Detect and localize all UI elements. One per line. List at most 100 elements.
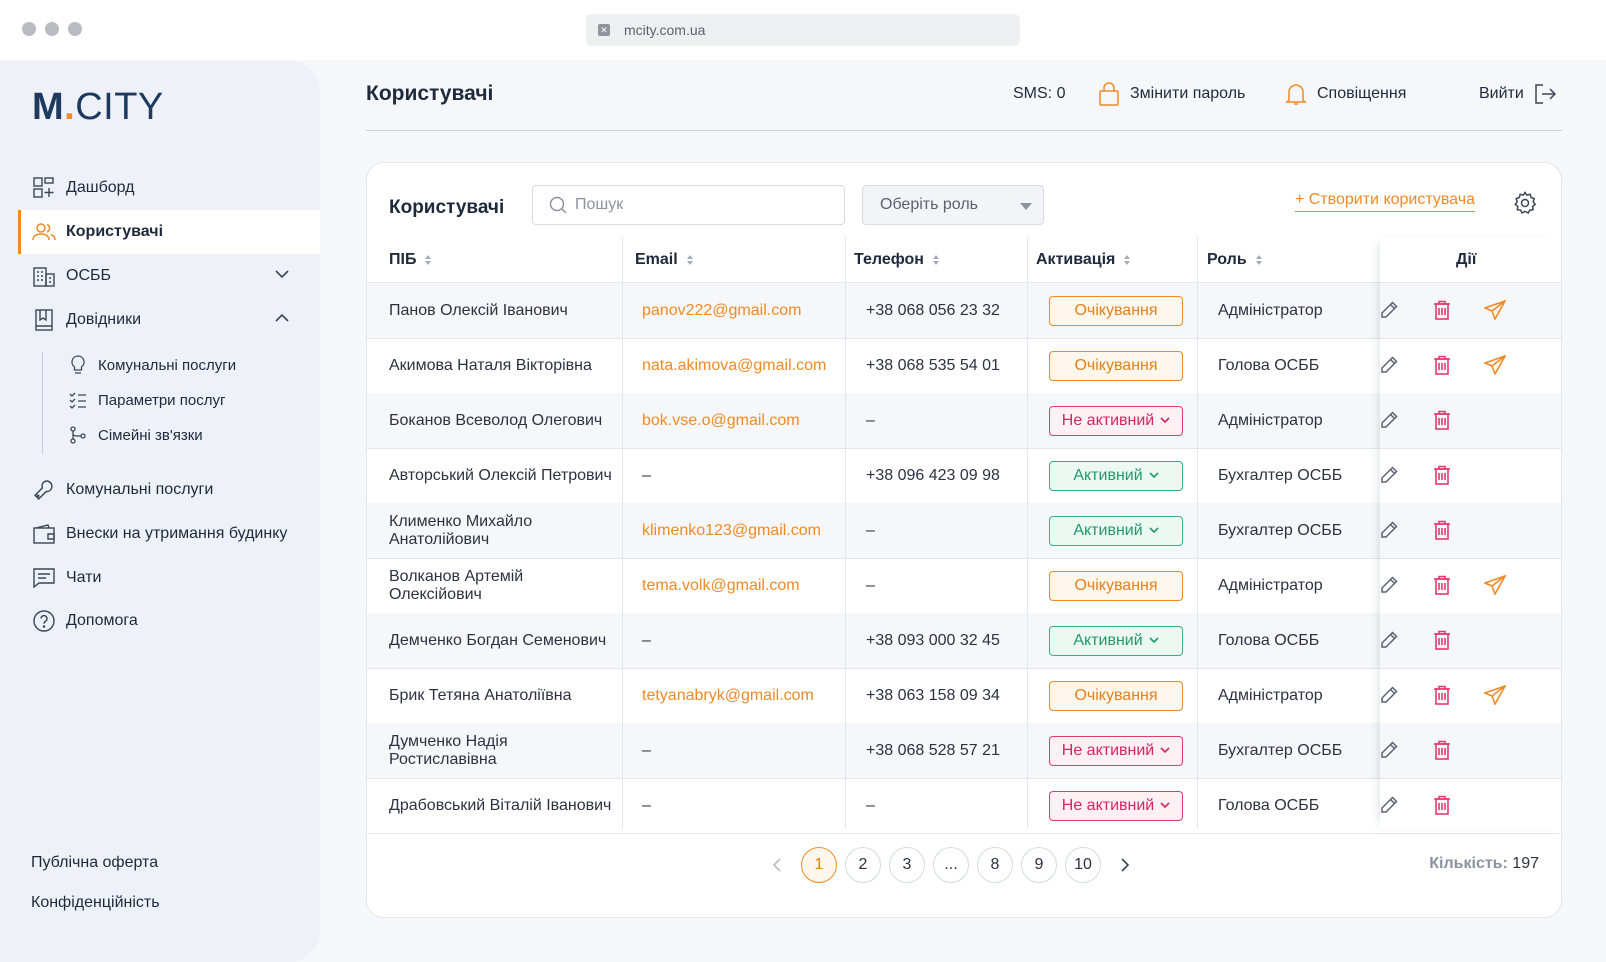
cell-email-text[interactable]: klimenko123@gmail.com xyxy=(642,522,821,540)
change-password-button[interactable]: Змінити пароль xyxy=(1098,82,1245,106)
column-header-email[interactable]: Email xyxy=(635,237,693,283)
window-close-dot[interactable] xyxy=(22,22,36,36)
count-value: 197 xyxy=(1512,855,1539,872)
cell-activation: Очікування xyxy=(1049,283,1189,338)
column-label: Активація xyxy=(1036,251,1116,268)
cell-email-text[interactable]: nata.akimova@gmail.com xyxy=(642,357,826,375)
logout-icon xyxy=(1534,83,1556,105)
pagination-ellipsis[interactable]: ... xyxy=(933,847,969,883)
chevron-down-icon[interactable] xyxy=(274,266,290,284)
sidebar-item-utilities[interactable]: Комунальні послуги xyxy=(18,468,320,512)
sidebar-item-contributions[interactable]: Внески на утримання будинку xyxy=(18,512,320,556)
sidebar-item-chats[interactable]: Чати xyxy=(18,556,320,600)
wallet-icon xyxy=(32,522,56,546)
cell-name-text: Клименко Михайло Анатолійович xyxy=(389,512,533,548)
cell-name-text: Акимова Наталя Вікторівна xyxy=(389,356,592,374)
column-divider xyxy=(1197,237,1198,829)
sidebar-item-directories[interactable]: Довідники xyxy=(18,298,320,342)
dashboard-icon xyxy=(32,176,56,200)
pagination-next-button[interactable] xyxy=(1115,855,1135,875)
column-label: Email xyxy=(635,251,678,268)
cell-email: – xyxy=(642,448,847,503)
cell-role: Бухгалтер ОСББ xyxy=(1218,723,1368,778)
cell-phone: – xyxy=(866,778,1026,833)
cell-name-text: Авторський Олексій Петрович xyxy=(389,466,612,484)
cell-name-text: Волканов Артемій Олексійович xyxy=(389,567,524,603)
sidebar-item-label: Дашборд xyxy=(66,179,135,196)
status-badge[interactable]: Не активний xyxy=(1049,735,1183,766)
sidebar-subitem-family[interactable]: Сімейні зв'язки xyxy=(68,420,203,450)
cell-email-text: – xyxy=(642,796,651,814)
pagination-page-8[interactable]: 8 xyxy=(977,847,1013,883)
gear-icon[interactable] xyxy=(1513,191,1537,220)
status-badge[interactable]: Активний xyxy=(1049,515,1183,546)
change-password-label: Змінити пароль xyxy=(1130,85,1246,102)
sidebar-item-users[interactable]: Користувачі xyxy=(18,210,320,254)
cell-email-text[interactable]: bok.vse.o@gmail.com xyxy=(642,412,800,430)
status-badge[interactable]: Не активний xyxy=(1049,405,1183,436)
pagination-page-1[interactable]: 1 xyxy=(801,847,837,883)
sidebar-item-label: Довідники xyxy=(66,311,142,328)
cell-email[interactable]: tema.volk@gmail.com xyxy=(642,558,847,613)
cell-email[interactable]: panov222@gmail.com xyxy=(642,283,847,338)
close-tab-icon[interactable]: ✕ xyxy=(598,24,610,36)
cell-phone: – xyxy=(866,503,1026,558)
cell-phone: +38 068 535 54 01 xyxy=(866,338,1026,393)
sidebar-item-dashboard[interactable]: Дашборд xyxy=(18,166,320,210)
notifications-button[interactable]: Сповіщення xyxy=(1285,82,1406,106)
cell-email[interactable]: tetyanabryk@gmail.com xyxy=(642,668,847,723)
column-header-role[interactable]: Роль xyxy=(1207,237,1262,283)
window-minimize-dot[interactable] xyxy=(45,22,59,36)
chevron-down-icon xyxy=(1149,527,1159,534)
cell-email: – xyxy=(642,778,847,833)
status-badge[interactable]: Активний xyxy=(1049,460,1183,491)
chevron-up-icon[interactable] xyxy=(274,310,290,328)
privacy-link[interactable]: Конфіденційність xyxy=(31,894,160,912)
logout-label: Вийти xyxy=(1479,85,1524,102)
status-badge: Очікування xyxy=(1049,680,1183,711)
cell-name: Брик Тетяна Анатоліївна xyxy=(389,668,614,723)
sidebar-item-osbb[interactable]: ОСББ xyxy=(18,254,320,298)
sidebar-item-label: Користувачі xyxy=(66,223,164,240)
cell-activation: Не активний xyxy=(1049,393,1189,448)
pagination-prev-button[interactable] xyxy=(767,855,787,875)
search-input[interactable]: Пошук xyxy=(532,185,845,225)
pagination-page-3[interactable]: 3 xyxy=(889,847,925,883)
cell-activation: Активний xyxy=(1049,503,1189,558)
column-header-name[interactable]: ПІБ xyxy=(389,237,432,283)
column-header-phone[interactable]: Телефон xyxy=(854,237,939,283)
cell-email-text[interactable]: tetyanabryk@gmail.com xyxy=(642,687,814,705)
cell-activation: Не активний xyxy=(1049,723,1189,778)
pagination-page-2[interactable]: 2 xyxy=(845,847,881,883)
create-user-button[interactable]: + Створити користувача xyxy=(1295,191,1475,212)
sidebar-subitem-service-params[interactable]: Параметри послуг xyxy=(68,385,225,415)
sidebar-item-help[interactable]: Допомога xyxy=(18,599,320,643)
actions-column-shadow xyxy=(1380,237,1561,829)
logout-button[interactable]: Вийти xyxy=(1479,82,1566,106)
sidebar-subitem-utilities[interactable]: Комунальні послуги xyxy=(68,350,236,380)
pagination-page-10[interactable]: 10 xyxy=(1065,847,1101,883)
cell-role-text: Голова ОСББ xyxy=(1218,631,1320,649)
cell-email-text[interactable]: tema.volk@gmail.com xyxy=(642,577,800,595)
logo[interactable]: M.CITY xyxy=(32,86,164,129)
cell-email[interactable]: bok.vse.o@gmail.com xyxy=(642,393,847,448)
status-badge[interactable]: Не активний xyxy=(1049,790,1183,821)
cell-phone-text: – xyxy=(866,576,875,594)
public-offer-link[interactable]: Публічна оферта xyxy=(31,854,158,872)
count-label: Кількість: xyxy=(1429,855,1508,872)
cell-email[interactable]: nata.akimova@gmail.com xyxy=(642,338,847,393)
cell-email[interactable]: klimenko123@gmail.com xyxy=(642,503,847,558)
chevron-down-icon xyxy=(1160,747,1170,754)
status-badge[interactable]: Активний xyxy=(1049,625,1183,656)
window-maximize-dot[interactable] xyxy=(68,22,82,36)
chat-icon xyxy=(32,566,56,590)
sort-icon xyxy=(425,255,432,265)
column-header-activation[interactable]: Активація xyxy=(1036,237,1131,283)
role-select[interactable]: Оберіть роль xyxy=(862,185,1044,225)
cell-phone-text: – xyxy=(866,796,875,814)
status-badge: Очікування xyxy=(1049,350,1183,381)
address-bar[interactable]: ✕ mcity.com.ua xyxy=(586,14,1020,46)
pagination-page-9[interactable]: 9 xyxy=(1021,847,1057,883)
logo-city: CITY xyxy=(75,86,164,128)
cell-email-text[interactable]: panov222@gmail.com xyxy=(642,302,801,320)
